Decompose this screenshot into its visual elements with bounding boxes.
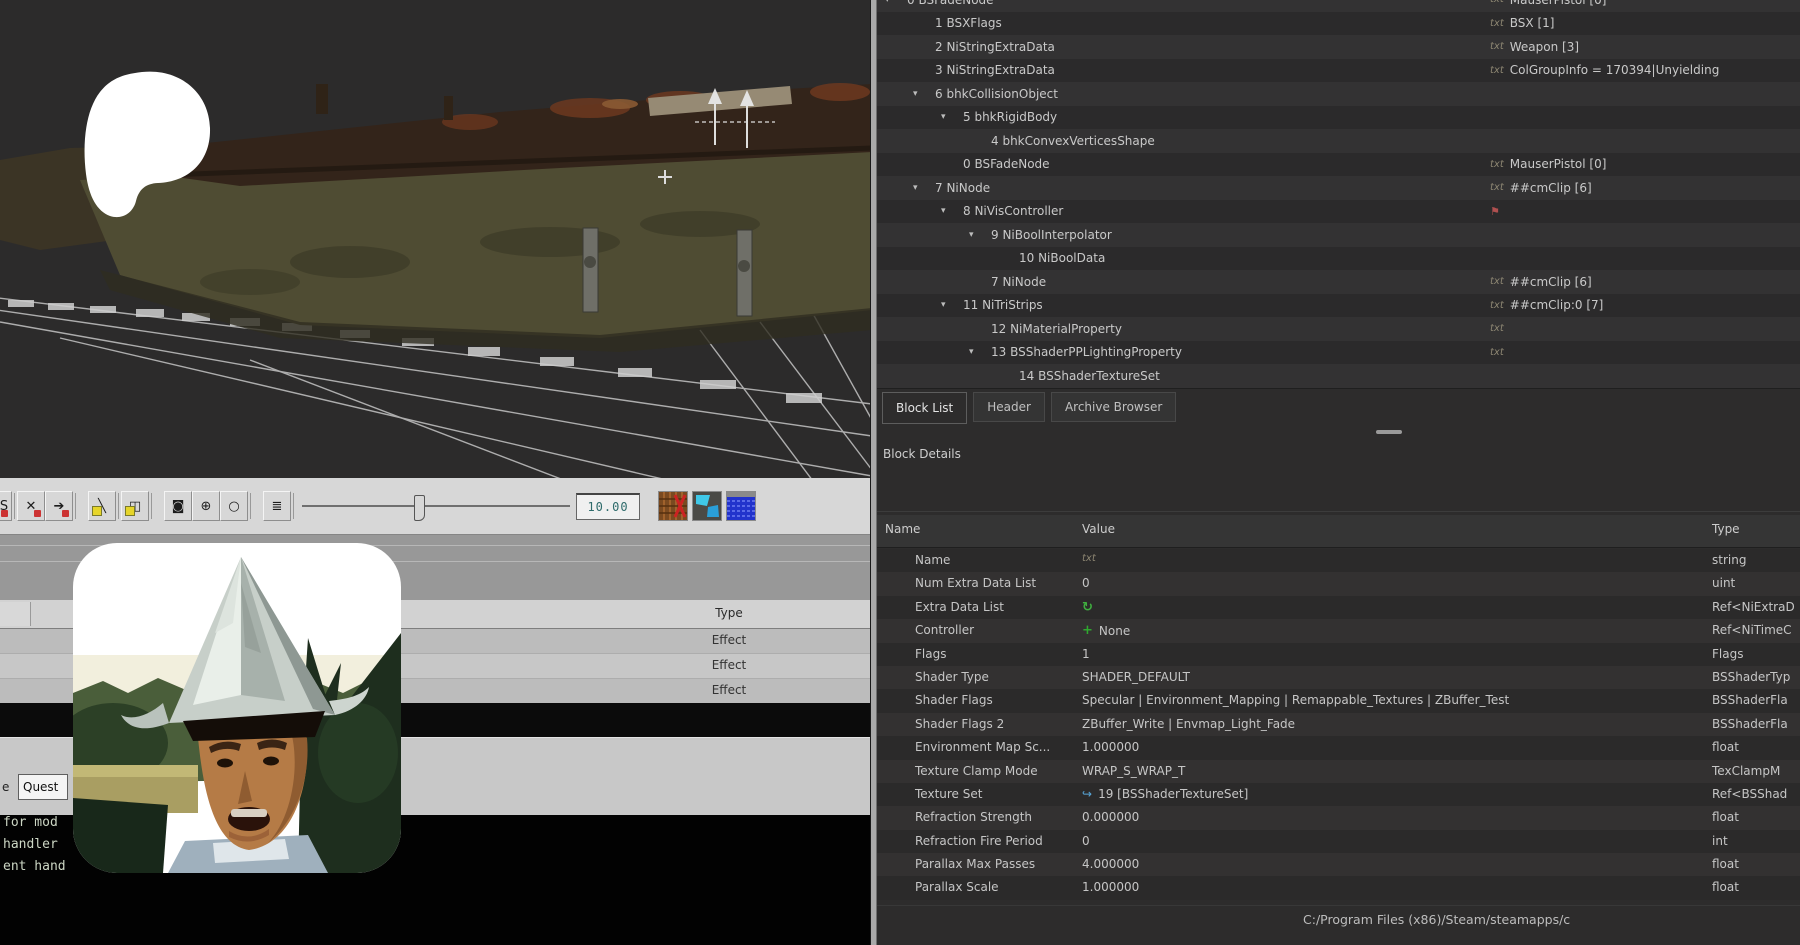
detail-row[interactable]: Shader FlagsSpecular | Environment_Mappi… [877,689,1800,712]
ref-link-icon: ↪ [1082,787,1092,801]
tree-row[interactable]: 2 NiStringExtraDatatxtWeapon [3] [877,35,1800,59]
camera-front-button[interactable]: ◙ [164,491,192,521]
tab-archive-browser[interactable]: Archive Browser [1051,392,1176,422]
tree-row[interactable]: ▾6 bhkCollisionObject [877,82,1800,106]
expand-arrow-icon[interactable]: ▾ [941,206,963,216]
name-column-header[interactable]: Name [885,522,920,536]
camera-rotate-button[interactable]: ⊕ [192,491,220,521]
column-stub [0,602,31,626]
zoom-value-field[interactable]: 10.00 [576,493,640,520]
view-list-button[interactable]: ≣ [263,491,291,521]
zoom-slider-handle[interactable] [414,495,425,521]
tree-row[interactable]: ▾0 BSFadeNodetxtMauserPistol [0] [877,0,1800,12]
block-details-title: Block Details [883,447,961,461]
webcam-avatar [73,543,401,873]
status-file-path: C:/Program Files (x86)/Steam/steamapps/c [1303,912,1570,927]
txt-icon: txt [1082,553,1096,564]
detail-row[interactable]: Nametxtstring [877,549,1800,572]
nifskope-window: S ✕ ➔ ╲ ◫ ◙ ⊕ ○ ≣ 10.00 [0,0,1800,945]
expand-arrow-icon[interactable]: ▾ [913,89,935,99]
txt-icon: txt [1490,300,1504,311]
detail-row[interactable]: Num Extra Data List0uint [877,572,1800,595]
txt-icon: txt [1490,276,1504,287]
expand-arrow-icon[interactable]: ▾ [885,0,907,5]
refresh-icon: ↻ [1082,600,1093,615]
tree-row[interactable]: ▾9 NiBoolInterpolator [877,223,1800,247]
detail-row[interactable]: Shader Flags 2ZBuffer_Write | Envmap_Lig… [877,713,1800,736]
expand-arrow-icon[interactable]: ▾ [941,300,963,310]
detail-row[interactable]: Refraction Strength0.000000float [877,806,1800,829]
block-list-tree: ▾0 BSFadeNodetxtMauserPistol [0] 1 BSXFl… [877,0,1800,388]
detail-row[interactable]: Environment Map Sc...1.000000float [877,736,1800,759]
txt-icon: txt [1490,323,1504,334]
panel-splitter[interactable] [870,0,877,945]
detail-row[interactable]: Flags1Flags [877,643,1800,666]
pick-cursor-button[interactable]: ➔ [45,491,73,521]
txt-icon: txt [1490,18,1504,29]
expand-arrow-icon[interactable]: ▾ [969,230,991,240]
tab-block-list[interactable]: Block List [882,392,967,424]
value-column-header[interactable]: Value [1082,522,1115,536]
detail-row[interactable]: Shader TypeSHADER_DEFAULTBSShaderTyp [877,666,1800,689]
bind-tool-button[interactable]: ◫ [121,491,149,521]
details-table: Nametxtstring Num Extra Data List0uint E… [877,549,1800,900]
txt-icon: txt [1490,182,1504,193]
detail-row[interactable]: Controller+NoneRef<NiTimeC [877,619,1800,642]
detail-row[interactable]: Parallax Scale1.000000float [877,876,1800,899]
tree-row[interactable]: ▾5 bhkRigidBody [877,106,1800,130]
quest-input[interactable]: Quest [18,774,68,800]
tree-row[interactable]: 1 BSXFlagstxtBSX [1] [877,12,1800,36]
tree-row[interactable]: ▾13 BSShaderPPLightingPropertytxt [877,341,1800,365]
camera-perspective-button[interactable]: ○ [220,491,248,521]
water-toggle-icon[interactable] [726,491,756,521]
tree-row[interactable]: 4 bhkConvexVerticesShape [877,129,1800,153]
patreon-logo-icon [76,70,212,220]
dock-splitter-handle[interactable] [1376,430,1402,434]
block-panel: ▾0 BSFadeNodetxtMauserPistol [0] 1 BSXFl… [877,0,1800,945]
tree-row[interactable]: 7 NiNodetxt##cmClip [6] [877,270,1800,294]
detail-row[interactable]: Texture Set↪19 [BSShaderTextureSet]Ref<B… [877,783,1800,806]
type-column-header[interactable]: Type [1712,522,1740,536]
tree-row[interactable]: ▾8 NiVisController⚑ [877,200,1800,224]
details-table-header: Name Value Type [877,515,1800,548]
txt-icon: txt [1490,65,1504,76]
detail-row[interactable]: Refraction Fire Period0int [877,830,1800,853]
txt-icon: txt [1490,41,1504,52]
txt-icon: txt [1490,0,1504,5]
tab-header[interactable]: Header [973,392,1045,422]
type-column-header[interactable]: Type [654,606,804,620]
expand-arrow-icon[interactable]: ▾ [941,112,963,122]
tree-row[interactable]: 10 NiBoolData [877,247,1800,271]
txt-icon: txt [1490,159,1504,170]
txt-icon: txt [1490,347,1504,358]
tree-row[interactable]: 14 BSShaderTextureSet [877,364,1800,388]
panel-tabs: Block List Header Archive Browser [882,392,1182,424]
add-link-icon: + [1082,623,1093,638]
texture-toggle-icon[interactable] [658,491,688,521]
expand-arrow-icon[interactable]: ▾ [913,183,935,193]
expand-arrow-icon[interactable]: ▾ [969,347,991,357]
clipped-label: e [2,780,9,794]
vertex-select-button[interactable]: ╲ [88,491,116,521]
tree-row[interactable]: 3 NiStringExtraDatatxtColGroupInfo = 170… [877,59,1800,83]
zoom-slider[interactable] [302,492,570,520]
detail-row[interactable]: Parallax Max Passes4.000000float [877,853,1800,876]
detail-row[interactable]: Texture Clamp ModeWRAP_S_WRAP_TTexClampM [877,760,1800,783]
detail-row[interactable]: Extra Data List↻Ref<NiExtraD [877,596,1800,619]
viewport-toolbar: S ✕ ➔ ╲ ◫ ◙ ⊕ ○ ≣ 10.00 [0,478,872,535]
viewport-3d[interactable] [0,0,872,478]
cut-tool-button[interactable]: S [0,491,12,521]
tree-row[interactable]: 0 BSFadeNodetxtMauserPistol [0] [877,153,1800,177]
highlight-toggle-icon[interactable] [692,491,722,521]
tree-row[interactable]: ▾7 NiNodetxt##cmClip [6] [877,176,1800,200]
delete-tool-button[interactable]: ✕ [17,491,45,521]
tree-row[interactable]: ▾11 NiTriStripstxt##cmClip:0 [7] [877,294,1800,318]
flag-icon: ⚑ [1490,205,1500,218]
tree-row[interactable]: 12 NiMaterialPropertytxt [877,317,1800,341]
